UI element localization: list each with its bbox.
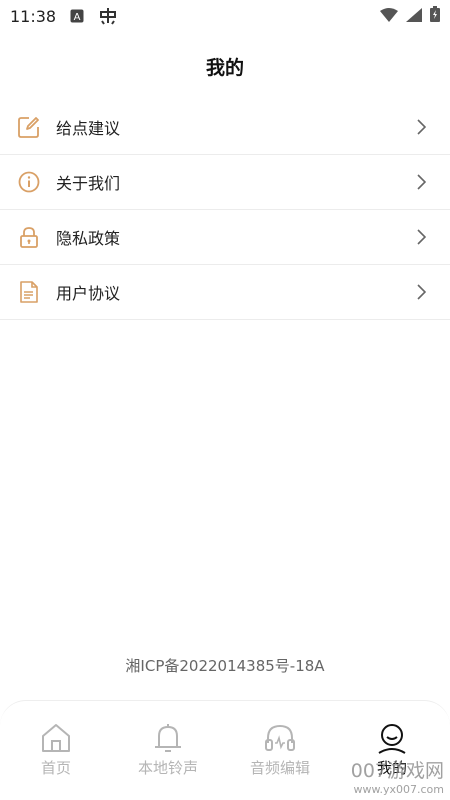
- chevron-right-icon: [416, 284, 427, 300]
- edit-icon: [18, 116, 40, 138]
- headphones-icon: [263, 721, 297, 755]
- watermark-url: www.yx007.com: [353, 783, 444, 796]
- status-left: 11:38 A: [10, 6, 118, 26]
- icp-record: 湘ICP备2022014385号-18A: [125, 657, 325, 675]
- tab-local-ringtones[interactable]: 本地铃声: [112, 721, 224, 783]
- status-time: 11:38: [10, 6, 57, 26]
- menu-item-privacy[interactable]: 隐私政策: [0, 210, 450, 265]
- watermark-main: 007游戏网: [350, 760, 444, 782]
- svg-text:A: A: [74, 12, 81, 23]
- page-title: 我的: [205, 56, 244, 79]
- menu-item-user-agreement[interactable]: 用户协议: [0, 265, 450, 320]
- tab-label: 本地铃声: [137, 759, 198, 777]
- menu-item-suggestion[interactable]: 给点建议: [0, 100, 450, 155]
- menu-item-label: 用户协议: [56, 284, 121, 303]
- tab-audio-editing[interactable]: 音频编辑: [224, 721, 336, 783]
- profile-icon: [375, 721, 409, 755]
- wifi-icon: [380, 7, 398, 26]
- chevron-right-icon: [416, 119, 427, 135]
- tab-label: 首页: [40, 759, 71, 777]
- document-icon: [18, 281, 40, 303]
- a-icon: A: [70, 9, 84, 23]
- menu-item-about[interactable]: 关于我们: [0, 155, 450, 210]
- menu-item-label: 给点建议: [56, 119, 121, 138]
- menu-list: 给点建议 关于我们 隐私政策 用户协议: [0, 100, 450, 320]
- tab-label: 音频编辑: [249, 759, 310, 777]
- tab-home[interactable]: 首页: [0, 721, 112, 783]
- home-icon: [39, 721, 73, 755]
- chevron-right-icon: [416, 229, 427, 245]
- info-icon: [18, 171, 40, 193]
- menu-item-label: 关于我们: [56, 174, 121, 193]
- watermark: 007游戏网 www.yx007.com: [351, 756, 444, 796]
- menu-item-label: 隐私政策: [56, 229, 121, 248]
- signal-icon: [406, 7, 422, 26]
- status-bar: 11:38 A: [0, 0, 450, 32]
- title-bar: 我的: [0, 44, 450, 88]
- status-right: [380, 6, 440, 26]
- battery-charging-icon: [430, 6, 440, 26]
- notification-app-icon: [98, 6, 118, 26]
- chevron-right-icon: [416, 174, 427, 190]
- lock-icon: [18, 226, 40, 248]
- bell-icon: [151, 721, 185, 755]
